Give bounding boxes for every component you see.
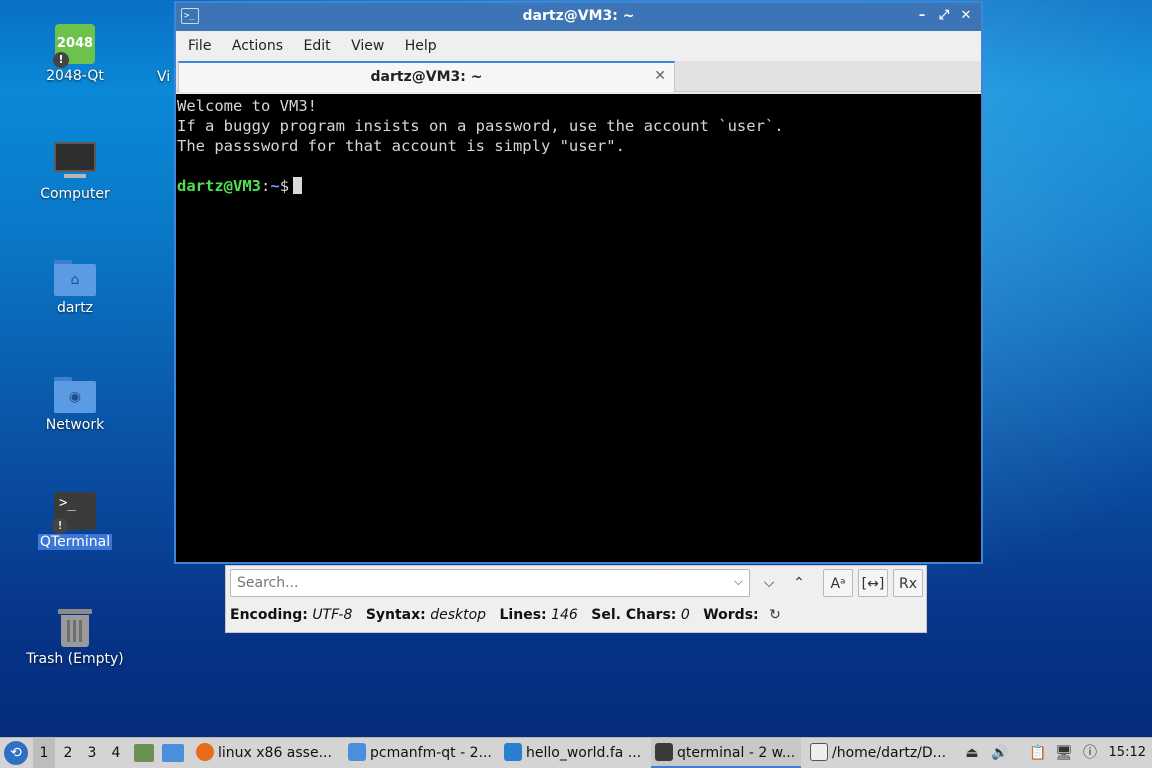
search-input[interactable]: Search... ⌵ bbox=[230, 569, 750, 597]
tab-terminal[interactable]: dartz@VM3: ~ ✕ bbox=[178, 61, 675, 92]
terminal-line: Welcome to VM3! bbox=[177, 97, 317, 115]
computer-icon bbox=[54, 142, 96, 182]
desktop-icon-computer[interactable]: Computer bbox=[20, 142, 130, 202]
vscode-icon bbox=[504, 743, 522, 761]
desktop-icon-label: 2048-Qt bbox=[46, 68, 104, 84]
task-qterminal[interactable]: qterminal - 2 w... bbox=[651, 738, 801, 768]
workspace-3[interactable]: 3 bbox=[81, 738, 103, 768]
game-2048-icon: 2048 ! bbox=[53, 24, 95, 68]
task-label: pcmanfm-qt - 2... bbox=[370, 745, 492, 761]
desktop-icon-label: Trash (Empty) bbox=[26, 651, 124, 667]
editor-icon bbox=[810, 743, 828, 761]
show-desktop-icon[interactable] bbox=[134, 744, 154, 762]
task-vscode[interactable]: hello_world.fa ... bbox=[500, 738, 648, 768]
tab-label: dartz@VM3: ~ bbox=[370, 69, 483, 85]
selchars-label: Sel. Chars: bbox=[591, 607, 677, 623]
firefox-icon bbox=[196, 743, 214, 761]
taskbar: ⟲ 1 2 3 4 linux x86 asse... pcmanfm-qt -… bbox=[0, 737, 1152, 768]
desktop-icon-label: dartz bbox=[56, 300, 94, 316]
regex-button[interactable]: Rx bbox=[893, 569, 923, 597]
task-pcmanfm[interactable]: pcmanfm-qt - 2... bbox=[344, 738, 496, 768]
warning-badge-icon: ! bbox=[53, 52, 69, 68]
terminal-line: The passsword for that account is simply… bbox=[177, 137, 625, 155]
refresh-icon[interactable]: ↻ bbox=[769, 607, 781, 623]
lines-value: 146 bbox=[551, 607, 578, 623]
find-next-button[interactable]: ⌵ bbox=[754, 569, 784, 597]
chevron-down-icon[interactable]: ⌵ bbox=[734, 574, 743, 589]
start-menu-button[interactable]: ⟲ bbox=[4, 741, 28, 765]
desktop-icon-network[interactable]: ◉ Network bbox=[20, 375, 130, 433]
prompt-separator: : bbox=[261, 177, 271, 195]
close-button[interactable]: ✕ bbox=[957, 7, 975, 25]
desktop-icon-label: Network bbox=[45, 417, 105, 433]
syntax-label: Syntax: bbox=[365, 607, 426, 623]
prompt-symbol: $ bbox=[279, 177, 290, 195]
task-label: /home/dartz/D... bbox=[832, 745, 947, 761]
notification-icon[interactable]: ⓘ bbox=[1080, 738, 1100, 768]
clipboard-icon[interactable]: 📋 bbox=[1028, 738, 1048, 768]
menu-edit[interactable]: Edit bbox=[295, 31, 338, 61]
task-label: linux x86 asse... bbox=[218, 745, 332, 761]
terminal-line: If a buggy program insists on a password… bbox=[177, 117, 784, 135]
clock[interactable]: 15:12 bbox=[1098, 738, 1146, 768]
desktop-icon-label-partial: Vi bbox=[157, 69, 171, 85]
desktop-icon-label: QTerminal bbox=[37, 534, 113, 550]
prompt-user: dartz@VM3 bbox=[177, 177, 261, 195]
words-label: Words: bbox=[703, 607, 759, 623]
window-titlebar[interactable]: >_ dartz@VM3: ~ – ⤢ ✕ bbox=[176, 3, 981, 31]
search-panel: Search... ⌵ ⌵ ⌃ Aᵃ [↔] Rx Encoding: UTF-… bbox=[225, 565, 927, 633]
task-label: hello_world.fa ... bbox=[526, 745, 642, 761]
encoding-label: Encoding: bbox=[230, 607, 308, 623]
status-line: Encoding: UTF-8 Syntax: desktop Lines: 1… bbox=[230, 607, 781, 623]
terminal-icon: >_ ! bbox=[52, 492, 96, 534]
task-firefox[interactable]: linux x86 asse... bbox=[192, 738, 340, 768]
menu-bar: File Actions Edit View Help bbox=[176, 31, 981, 61]
menu-actions[interactable]: Actions bbox=[224, 31, 291, 61]
tab-bar: dartz@VM3: ~ ✕ bbox=[176, 61, 981, 92]
find-previous-button[interactable]: ⌃ bbox=[784, 569, 814, 597]
network-folder-icon: ◉ bbox=[54, 375, 96, 413]
desktop-icon-label: Computer bbox=[40, 186, 110, 202]
tab-close-icon[interactable]: ✕ bbox=[654, 68, 666, 84]
task-editor[interactable]: /home/dartz/D... bbox=[806, 738, 956, 768]
desktop-icon-2048[interactable]: 2048 ! 2048-Qt bbox=[20, 24, 130, 84]
workspace-1[interactable]: 1 bbox=[33, 738, 55, 768]
minimize-button[interactable]: – bbox=[913, 7, 931, 25]
window-title: dartz@VM3: ~ bbox=[522, 8, 635, 24]
workspace-4[interactable]: 4 bbox=[105, 738, 127, 768]
network-icon[interactable]: 🖥 bbox=[1054, 738, 1074, 768]
prompt-path: ~ bbox=[270, 177, 280, 195]
text-cursor bbox=[293, 177, 303, 194]
terminal-icon bbox=[655, 743, 673, 761]
eject-icon[interactable]: ⏏ bbox=[962, 738, 982, 768]
whole-word-button[interactable]: [↔] bbox=[858, 569, 888, 597]
trash-icon bbox=[58, 607, 92, 647]
selchars-value: 0 bbox=[680, 607, 690, 623]
workspace-2[interactable]: 2 bbox=[57, 738, 79, 768]
desktop-icon-dartz[interactable]: ⌂ dartz bbox=[20, 258, 130, 316]
encoding-value: UTF-8 bbox=[312, 607, 353, 623]
desktop-icon-qterminal[interactable]: >_ ! QTerminal bbox=[20, 492, 130, 550]
warning-badge-icon: ! bbox=[52, 518, 68, 534]
menu-file[interactable]: File bbox=[180, 31, 219, 61]
maximize-button[interactable]: ⤢ bbox=[935, 7, 953, 25]
volume-icon[interactable]: 🔊 bbox=[990, 738, 1010, 768]
folder-icon bbox=[348, 743, 366, 761]
desktop-icon-trash[interactable]: Trash (Empty) bbox=[20, 607, 130, 667]
match-case-button[interactable]: Aᵃ bbox=[823, 569, 853, 597]
search-placeholder: Search... bbox=[237, 575, 299, 591]
home-folder-icon: ⌂ bbox=[54, 258, 96, 296]
syntax-value: desktop bbox=[430, 607, 487, 623]
terminal-window: >_ dartz@VM3: ~ – ⤢ ✕ File Actions Edit … bbox=[174, 1, 983, 564]
terminal-output[interactable]: Welcome to VM3! If a buggy program insis… bbox=[176, 94, 981, 562]
file-manager-launcher-icon[interactable] bbox=[162, 744, 184, 762]
menu-help[interactable]: Help bbox=[397, 31, 445, 61]
menu-view[interactable]: View bbox=[343, 31, 392, 61]
terminal-prompt-line: dartz@VM3:~$ bbox=[177, 176, 980, 196]
lines-label: Lines: bbox=[499, 607, 547, 623]
task-label: qterminal - 2 w... bbox=[677, 745, 796, 761]
